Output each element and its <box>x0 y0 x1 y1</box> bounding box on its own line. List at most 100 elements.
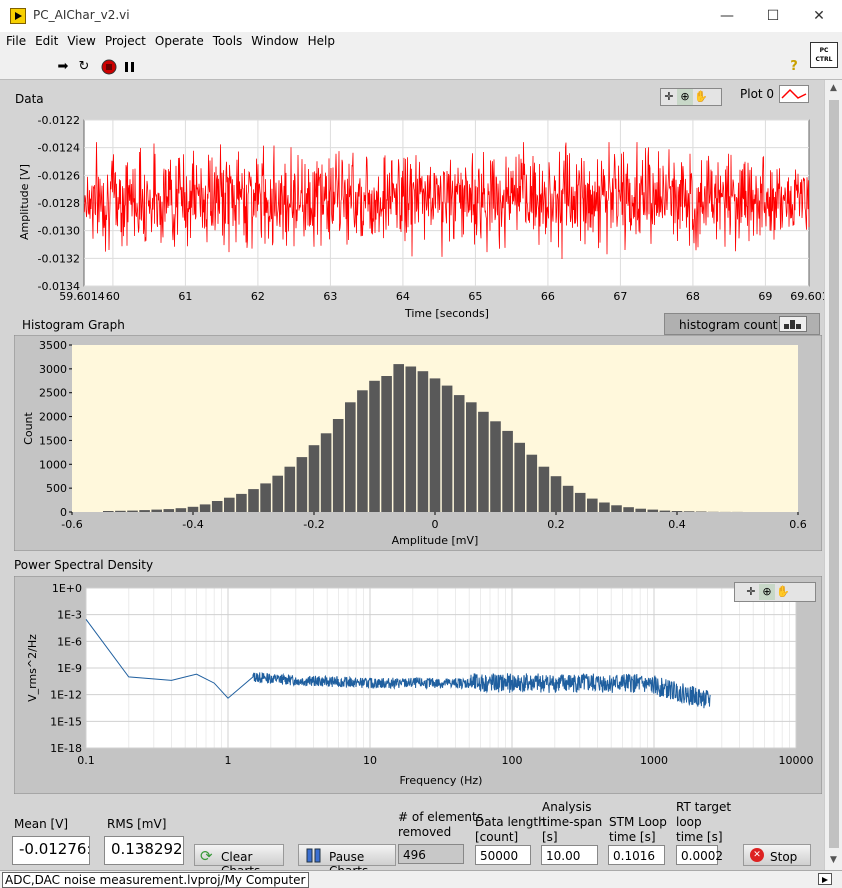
timespan-indicator: 10.00 <box>541 845 598 865</box>
histogram-bar <box>671 511 683 512</box>
psd-chart: 0.1 1 10 100 1000 10000 1E+0 1E-3 1E-6 1E-9 1E-12 1… <box>14 576 822 794</box>
histogram-x-tick-label: -0.4 <box>182 518 203 531</box>
pause-icon[interactable] <box>122 59 138 75</box>
histogram-bar <box>514 442 525 512</box>
menu-tools[interactable]: Tools <box>207 32 246 48</box>
psd-y-tick-label: 1E-18 <box>50 742 82 755</box>
zoom-tool-icon[interactable]: ⊕ <box>677 89 693 105</box>
scroll-down-icon[interactable]: ▼ <box>825 852 842 869</box>
stop-icon: ✕ <box>750 848 764 862</box>
timespan-label: Analysis time-span [s] <box>542 800 603 844</box>
histogram-legend-label: histogram count <box>679 318 778 332</box>
psd-xlabel: Frequency (Hz) <box>400 774 483 787</box>
psd-cursor-tool-icon[interactable]: ✛ <box>743 584 759 600</box>
histogram-legend: histogram count <box>664 313 820 335</box>
rt-target-label: RT target loop time [s] <box>676 800 732 844</box>
psd-pan-hand-icon[interactable]: ✋ <box>775 584 791 600</box>
vertical-scrollbar[interactable]: ▲ ▼ <box>824 80 842 870</box>
psd-ylabel: V_rms^2/Hz <box>26 634 39 702</box>
histogram-bar <box>635 508 646 512</box>
psd-y-tick-label: 1E-9 <box>57 662 82 675</box>
vi-connector-icon: PC CTRL <box>810 42 838 68</box>
data-y-tick-label: -0.0126 <box>38 169 80 182</box>
histogram-title: Histogram Graph <box>22 318 125 332</box>
histogram-y-tick-label: 500 <box>46 482 67 495</box>
psd-x-tick-label: 1000 <box>640 754 668 767</box>
elements-removed-indicator: 496 <box>398 844 464 864</box>
histogram-bar <box>490 421 501 512</box>
data-y-tick-label: -0.0130 <box>38 225 80 238</box>
histogram-x-tick-label: 0 <box>432 518 439 531</box>
psd-y-tick-label: 1E-12 <box>50 689 82 702</box>
data-x-tick-label: 62 <box>251 290 265 303</box>
histogram-bar <box>272 475 283 512</box>
histogram-legend-swatch-icon[interactable] <box>779 316 807 332</box>
menu-file[interactable]: File <box>0 32 29 48</box>
mean-indicator: -0.01276: <box>12 836 90 865</box>
data-x-tick-label: 65 <box>468 290 482 303</box>
scroll-up-icon[interactable]: ▲ <box>825 80 842 97</box>
menu-help[interactable]: Help <box>302 32 338 48</box>
menu-edit[interactable]: Edit <box>29 32 61 48</box>
context-help-icon[interactable]: ? <box>786 59 802 75</box>
histogram-y-tick-label: 2500 <box>39 387 67 400</box>
histogram-bar <box>151 509 162 512</box>
menu-window[interactable]: Window <box>245 32 301 48</box>
graph-palette: ✛ ⊕ ✋ <box>660 88 722 106</box>
histogram-bar <box>199 504 211 512</box>
histogram-y-tick-label: 3500 <box>39 339 67 352</box>
clear-charts-button[interactable]: ⟳ Clear Charts <box>194 844 284 878</box>
data-x-tick-label: 63 <box>323 290 337 303</box>
histogram-bar <box>405 366 417 512</box>
histogram-bar <box>163 509 175 512</box>
stm-loop-indicator: 0.1016 <box>608 845 665 865</box>
menu-view[interactable]: View <box>61 32 98 48</box>
data-x-tick-label: 61 <box>178 290 192 303</box>
histogram-ylabel: Count <box>22 411 35 444</box>
pan-hand-icon[interactable]: ✋ <box>693 89 709 105</box>
data-x-tick-label: 60 <box>106 290 120 303</box>
cursor-tool-icon[interactable]: ✛ <box>661 89 677 105</box>
menu-project[interactable]: Project <box>99 32 149 48</box>
minimize-button[interactable]: — <box>704 0 750 32</box>
histogram-bar <box>429 378 441 512</box>
data-ylabel: Amplitude [V] <box>18 164 31 240</box>
data-y-tick-label: -0.0132 <box>38 252 80 265</box>
labview-vi-icon <box>10 8 26 24</box>
abort-execution-icon[interactable] <box>101 59 117 75</box>
data-xlabel: Time [seconds] <box>405 307 489 320</box>
histogram-bar <box>611 505 622 512</box>
front-panel: Data ✛ ⊕ ✋ Plot 0 -0.0122 -0.0124 -0.0126 -0.… <box>0 80 824 878</box>
menu-operate[interactable]: Operate <box>149 32 207 48</box>
run-arrow-icon[interactable]: ➡ <box>55 59 71 75</box>
data-legend-label: Plot 0 <box>740 87 775 101</box>
data-legend-swatch[interactable] <box>779 85 809 103</box>
maximize-button[interactable]: ☐ <box>750 0 796 32</box>
rt-target-indicator: 0.0002 <box>676 845 723 865</box>
psd-x-tick-label: 1 <box>225 754 232 767</box>
psd-x-tick-label: 10000 <box>779 754 814 767</box>
histogram-bar <box>393 364 404 512</box>
status-bar: ADC,DAC noise measurement.lvproj/My Comp… <box>0 870 842 888</box>
histogram-bar <box>175 508 187 512</box>
histogram-x-tick-label: 0.2 <box>547 518 565 531</box>
psd-zoom-tool-icon[interactable]: ⊕ <box>759 584 775 600</box>
close-button[interactable]: ✕ <box>796 0 842 32</box>
rms-label: RMS [mV] <box>107 817 167 831</box>
histogram-bar <box>308 445 320 512</box>
status-nav-icon[interactable] <box>818 873 832 885</box>
histogram-y-tick-label: 1000 <box>39 458 67 471</box>
run-continuously-icon[interactable]: ↻ <box>76 59 92 75</box>
pause-charts-button[interactable]: Pause Charts <box>298 844 396 878</box>
data-chart-title: Data <box>15 92 44 106</box>
data-length-indicator: 50000 <box>475 845 531 865</box>
data-y-tick-label: -0.0122 <box>38 114 80 127</box>
histogram-bar <box>260 483 271 512</box>
stm-loop-label: STM Loop time [s] <box>609 815 667 844</box>
stop-button[interactable]: ✕ Stop <box>743 844 811 866</box>
histogram-x-tick-label: 0.4 <box>668 518 686 531</box>
histogram-bar <box>320 433 332 512</box>
scrollbar-thumb[interactable] <box>829 100 839 848</box>
window-title: PC_AIChar_v2.vi <box>33 8 130 22</box>
histogram-x-tick-label: -0.6 <box>61 518 82 531</box>
